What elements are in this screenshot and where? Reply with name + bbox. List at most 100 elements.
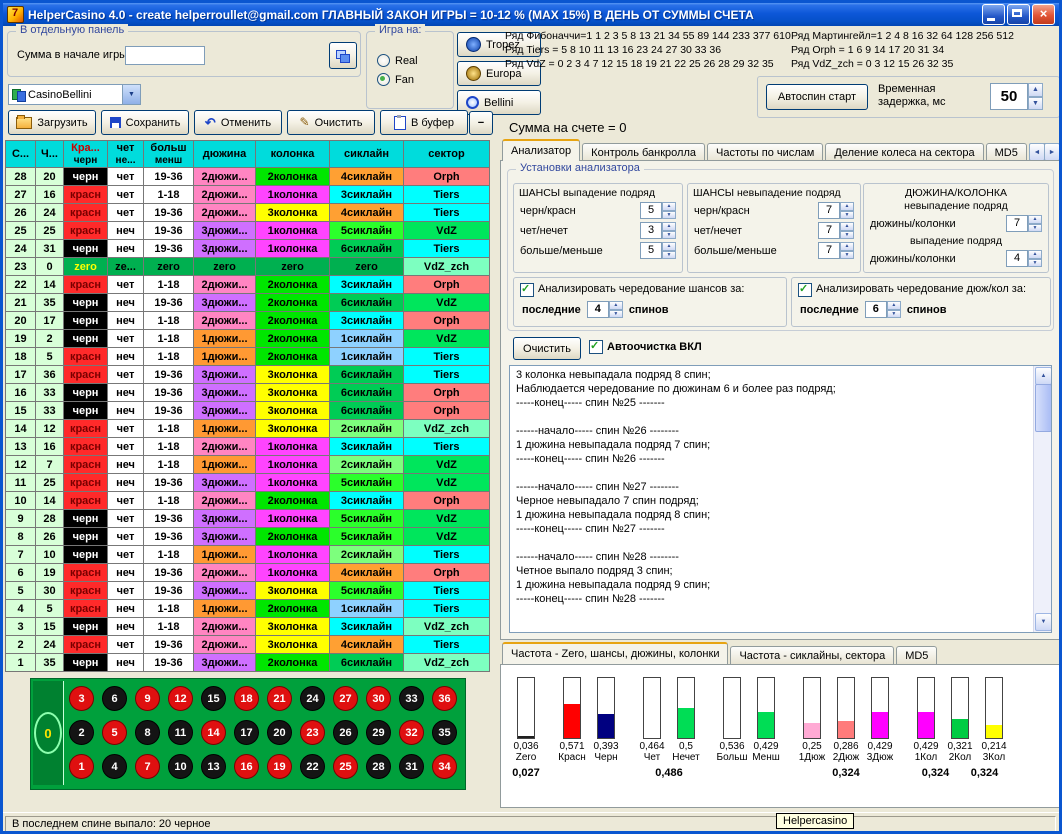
spinner-value[interactable]: 7 (1006, 215, 1028, 232)
roulette-number-28[interactable]: 28 (366, 754, 391, 779)
spinner-down-icon[interactable] (1028, 224, 1042, 233)
roulette-number-18[interactable]: 18 (234, 686, 259, 711)
table-row[interactable]: 1736краснчет19-363дюжи...3колонка6сиклай… (6, 366, 490, 384)
roulette-number-17[interactable]: 17 (234, 720, 259, 745)
history-table[interactable]: С...Ч...Кра...чернчетне...большменшдюжин… (5, 140, 490, 672)
alternation-dozen-checkbox[interactable] (798, 283, 812, 297)
roulette-number-10[interactable]: 10 (168, 754, 193, 779)
setting-spinner[interactable]: 4 (1006, 250, 1042, 267)
roulette-number-32[interactable]: 32 (399, 720, 424, 745)
roulette-number-5[interactable]: 5 (102, 720, 127, 745)
radio-Real[interactable]: Real (377, 54, 418, 67)
tab-1[interactable]: Анализатор (502, 139, 580, 161)
table-row[interactable]: 1316краснчет1-182дюжи...1колонка3сиклайн… (6, 438, 490, 456)
collapse-button[interactable]: − (469, 111, 493, 135)
spinner-down-icon[interactable] (840, 211, 854, 220)
spins-count-spinner[interactable]: 6 (865, 301, 901, 318)
scroll-up-icon[interactable] (1035, 367, 1052, 385)
roulette-number-33[interactable]: 33 (399, 686, 424, 711)
spinner-down-icon[interactable] (887, 310, 901, 319)
spinner-value[interactable]: 50 (990, 83, 1028, 110)
spinner-value[interactable]: 3 (640, 222, 662, 239)
spinner-value[interactable]: 4 (1006, 250, 1028, 267)
spinner-down-icon[interactable] (1028, 97, 1043, 111)
spinner-up-icon[interactable] (887, 301, 901, 310)
tab-5[interactable]: MD5 (986, 143, 1027, 161)
roulette-number-14[interactable]: 14 (201, 720, 226, 745)
alternation-chances-checkbox[interactable] (520, 283, 534, 297)
table-row[interactable]: 45красннеч1-181дюжи...2колонка1сиклайнTi… (6, 600, 490, 618)
scroll-thumb[interactable] (1035, 384, 1052, 432)
detach-panel-button[interactable] (329, 42, 357, 69)
setting-spinner[interactable]: 3 (640, 222, 676, 239)
roulette-number-25[interactable]: 25 (333, 754, 358, 779)
table-row[interactable]: 710чернчет1-181дюжи...1колонка2сиклайнTi… (6, 546, 490, 564)
roulette-number-24[interactable]: 24 (300, 686, 325, 711)
combo-dropdown-icon[interactable] (122, 85, 140, 104)
table-row[interactable]: 1014краснчет1-182дюжи...2колонка3сиклайн… (6, 492, 490, 510)
roulette-number-8[interactable]: 8 (135, 720, 160, 745)
setting-spinner[interactable]: 7 (818, 242, 854, 259)
spinner-down-icon[interactable] (609, 310, 623, 319)
log-scrollbar[interactable] (1033, 366, 1051, 632)
table-row[interactable]: 185красннеч1-181дюжи...2колонка1сиклайнT… (6, 348, 490, 366)
tab-scroll-left-icon[interactable] (1029, 143, 1045, 161)
table-row[interactable]: 1412краснчет1-181дюжи...3колонка2сиклайн… (6, 420, 490, 438)
table-row[interactable]: 315черннеч1-182дюжи...3колонка3сиклайнVd… (6, 618, 490, 636)
roulette-zero[interactable]: 0 (33, 681, 64, 785)
tab-scroll-right-icon[interactable] (1044, 143, 1060, 161)
spinner-value[interactable]: 7 (818, 202, 840, 219)
table-row[interactable]: 192чернчет1-181дюжи...2колонка1сиклайнVd… (6, 330, 490, 348)
table-row[interactable]: 135черннеч19-363дюжи...2колонка6сиклайнV… (6, 654, 490, 672)
roulette-number-21[interactable]: 21 (267, 686, 292, 711)
roulette-number-13[interactable]: 13 (201, 754, 226, 779)
radio-icon[interactable] (377, 54, 390, 67)
roulette-number-23[interactable]: 23 (300, 720, 325, 745)
spinner-up-icon[interactable] (662, 222, 676, 231)
table-row[interactable]: 530краснчет19-363дюжи...3колонка5сиклайн… (6, 582, 490, 600)
spinner-up-icon[interactable] (662, 202, 676, 211)
spinner-value[interactable]: 7 (818, 242, 840, 259)
roulette-number-4[interactable]: 4 (102, 754, 127, 779)
table-row[interactable]: 224краснчет19-362дюжи...3колонка4сиклайн… (6, 636, 490, 654)
tab-2[interactable]: Контроль банкролла (582, 143, 705, 161)
tab-4[interactable]: Деление колеса на сектора (825, 143, 983, 161)
roulette-number-27[interactable]: 27 (333, 686, 358, 711)
roulette-number-16[interactable]: 16 (234, 754, 259, 779)
roulette-number-1[interactable]: 1 (69, 754, 94, 779)
roulette-number-34[interactable]: 34 (432, 754, 457, 779)
table-row[interactable]: 2716краснчет1-182дюжи...1колонка3сиклайн… (6, 186, 490, 204)
spinner-down-icon[interactable] (840, 231, 854, 240)
spinner-down-icon[interactable] (662, 231, 676, 240)
spinner-up-icon[interactable] (1028, 250, 1042, 259)
spins-count-spinner[interactable]: 4 (587, 301, 623, 318)
setting-spinner[interactable]: 7 (818, 202, 854, 219)
setting-spinner[interactable]: 5 (640, 202, 676, 219)
autospin-start-button[interactable]: Автоспин старт (766, 84, 868, 110)
spinner-value[interactable]: 5 (640, 202, 662, 219)
maximize-button[interactable] (1007, 4, 1030, 25)
setting-spinner[interactable]: 7 (818, 222, 854, 239)
scroll-down-icon[interactable] (1035, 613, 1052, 631)
action-button-clear-brush[interactable]: ✎Очистить (287, 110, 375, 135)
table-row[interactable]: 826чернчет19-363дюжи...2колонка5сиклайнV… (6, 528, 490, 546)
roulette-number-3[interactable]: 3 (69, 686, 94, 711)
spinner-up-icon[interactable] (662, 242, 676, 251)
table-row[interactable]: 1125красннеч19-363дюжи...1колонка5сиклай… (6, 474, 490, 492)
minimize-button[interactable] (982, 4, 1005, 25)
spinner-down-icon[interactable] (840, 251, 854, 260)
tab-3[interactable]: Частоты по числам (707, 143, 823, 161)
spinner-value[interactable]: 7 (818, 222, 840, 239)
action-button-clipboard[interactable]: В буфер (380, 110, 468, 135)
spinner-up-icon[interactable] (840, 222, 854, 231)
clear-analyzer-button[interactable]: Очистить (513, 337, 581, 360)
roulette-number-26[interactable]: 26 (333, 720, 358, 745)
spinner-up-icon[interactable] (609, 301, 623, 310)
close-button[interactable]: × (1032, 4, 1055, 25)
freq-tab-2[interactable]: Частота - сиклайны, сектора (730, 646, 894, 664)
analyzer-log[interactable]: 3 колонка невыпадала подряд 8 спин; Набл… (509, 365, 1052, 633)
autoclear-checkbox[interactable] (589, 340, 603, 354)
spinner-value[interactable]: 6 (865, 301, 887, 318)
roulette-number-7[interactable]: 7 (135, 754, 160, 779)
roulette-number-15[interactable]: 15 (201, 686, 226, 711)
